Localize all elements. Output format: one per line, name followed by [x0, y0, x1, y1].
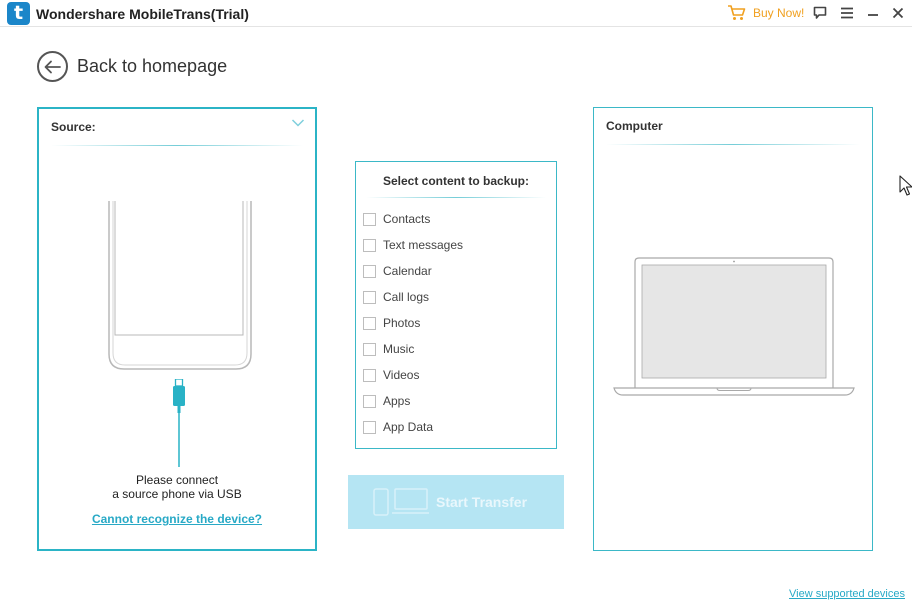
option-label: Call logs [383, 290, 430, 304]
back-to-homepage-button[interactable]: Back to homepage [37, 51, 227, 82]
option-contacts[interactable]: Contacts [363, 206, 463, 232]
back-to-homepage-label: Back to homepage [77, 56, 228, 76]
devices-transfer-icon [373, 488, 429, 516]
minimize-icon [868, 14, 878, 16]
computer-divider [606, 144, 860, 145]
minimize-button[interactable] [864, 4, 882, 22]
source-title: Source: [51, 120, 96, 134]
connect-line-1: Please connect [135, 473, 219, 487]
option-app-data[interactable]: App Data [363, 414, 463, 440]
option-videos[interactable]: Videos [363, 362, 463, 388]
checkbox[interactable] [363, 316, 376, 330]
option-photos[interactable]: Photos [363, 310, 463, 336]
arrow-left-icon [37, 51, 68, 82]
checkbox[interactable] [363, 342, 376, 356]
buy-now-button[interactable]: Buy Now! [727, 4, 804, 22]
option-apps[interactable]: Apps [363, 388, 463, 414]
option-label: Apps [383, 394, 411, 408]
phone-illustration [108, 201, 252, 370]
start-transfer-label: Start Transfer [436, 494, 528, 510]
option-call-logs[interactable]: Call logs [363, 284, 463, 310]
cart-icon [728, 5, 746, 20]
app-title: Wondershare MobileTrans(Trial) [36, 6, 249, 22]
option-text-messages[interactable]: Text messages [363, 232, 463, 258]
content-selection-title: Select content to backup: [382, 174, 530, 188]
content-selection-panel: Select content to backup: Contacts Text … [355, 161, 557, 449]
option-label: Photos [383, 316, 421, 330]
checkbox[interactable] [363, 368, 376, 382]
source-divider [51, 145, 303, 146]
buy-now-label: Buy Now! [753, 6, 805, 20]
connect-line-2: a source phone via USB [112, 487, 242, 501]
laptop-illustration [613, 257, 855, 396]
option-music[interactable]: Music [363, 336, 463, 362]
start-transfer-button[interactable]: Start Transfer [348, 475, 564, 529]
mouse-cursor-icon [899, 175, 912, 196]
view-supported-devices-link[interactable]: View supported devices [789, 588, 905, 600]
computer-panel: Computer [593, 107, 873, 551]
menu-icon [841, 7, 853, 19]
checkbox[interactable] [363, 264, 376, 278]
title-bar: t Wondershare MobileTrans(Trial) Buy Now… [0, 0, 912, 27]
computer-title: Computer [606, 119, 663, 133]
cannot-recognize-link[interactable]: Cannot recognize the device? [39, 512, 315, 526]
checkbox[interactable] [363, 420, 376, 434]
option-label: Contacts [383, 212, 431, 226]
close-icon [892, 7, 904, 19]
checkbox[interactable] [363, 238, 376, 252]
feedback-button[interactable] [811, 4, 829, 22]
option-label: Calendar [383, 264, 432, 278]
option-label: App Data [383, 420, 434, 434]
checkbox[interactable] [363, 212, 376, 226]
option-label: Text messages [383, 238, 464, 252]
close-button[interactable] [889, 4, 907, 22]
checkbox[interactable] [363, 290, 376, 304]
content-options-list: Contacts Text messages Calendar Call log… [363, 206, 463, 440]
content-selection-divider [366, 197, 546, 198]
feedback-icon [813, 6, 827, 19]
menu-button[interactable] [838, 4, 856, 22]
option-calendar[interactable]: Calendar [363, 258, 463, 284]
option-label: Videos [383, 368, 420, 382]
app-logo: t [7, 2, 30, 25]
option-label: Music [383, 342, 415, 356]
checkbox[interactable] [363, 394, 376, 408]
source-panel: Source: Please connect a source phone vi… [37, 107, 317, 551]
chevron-down-icon[interactable] [291, 118, 305, 128]
usb-cable-icon [173, 379, 185, 467]
connect-instructions: Please connect a source phone via USB [39, 473, 315, 501]
